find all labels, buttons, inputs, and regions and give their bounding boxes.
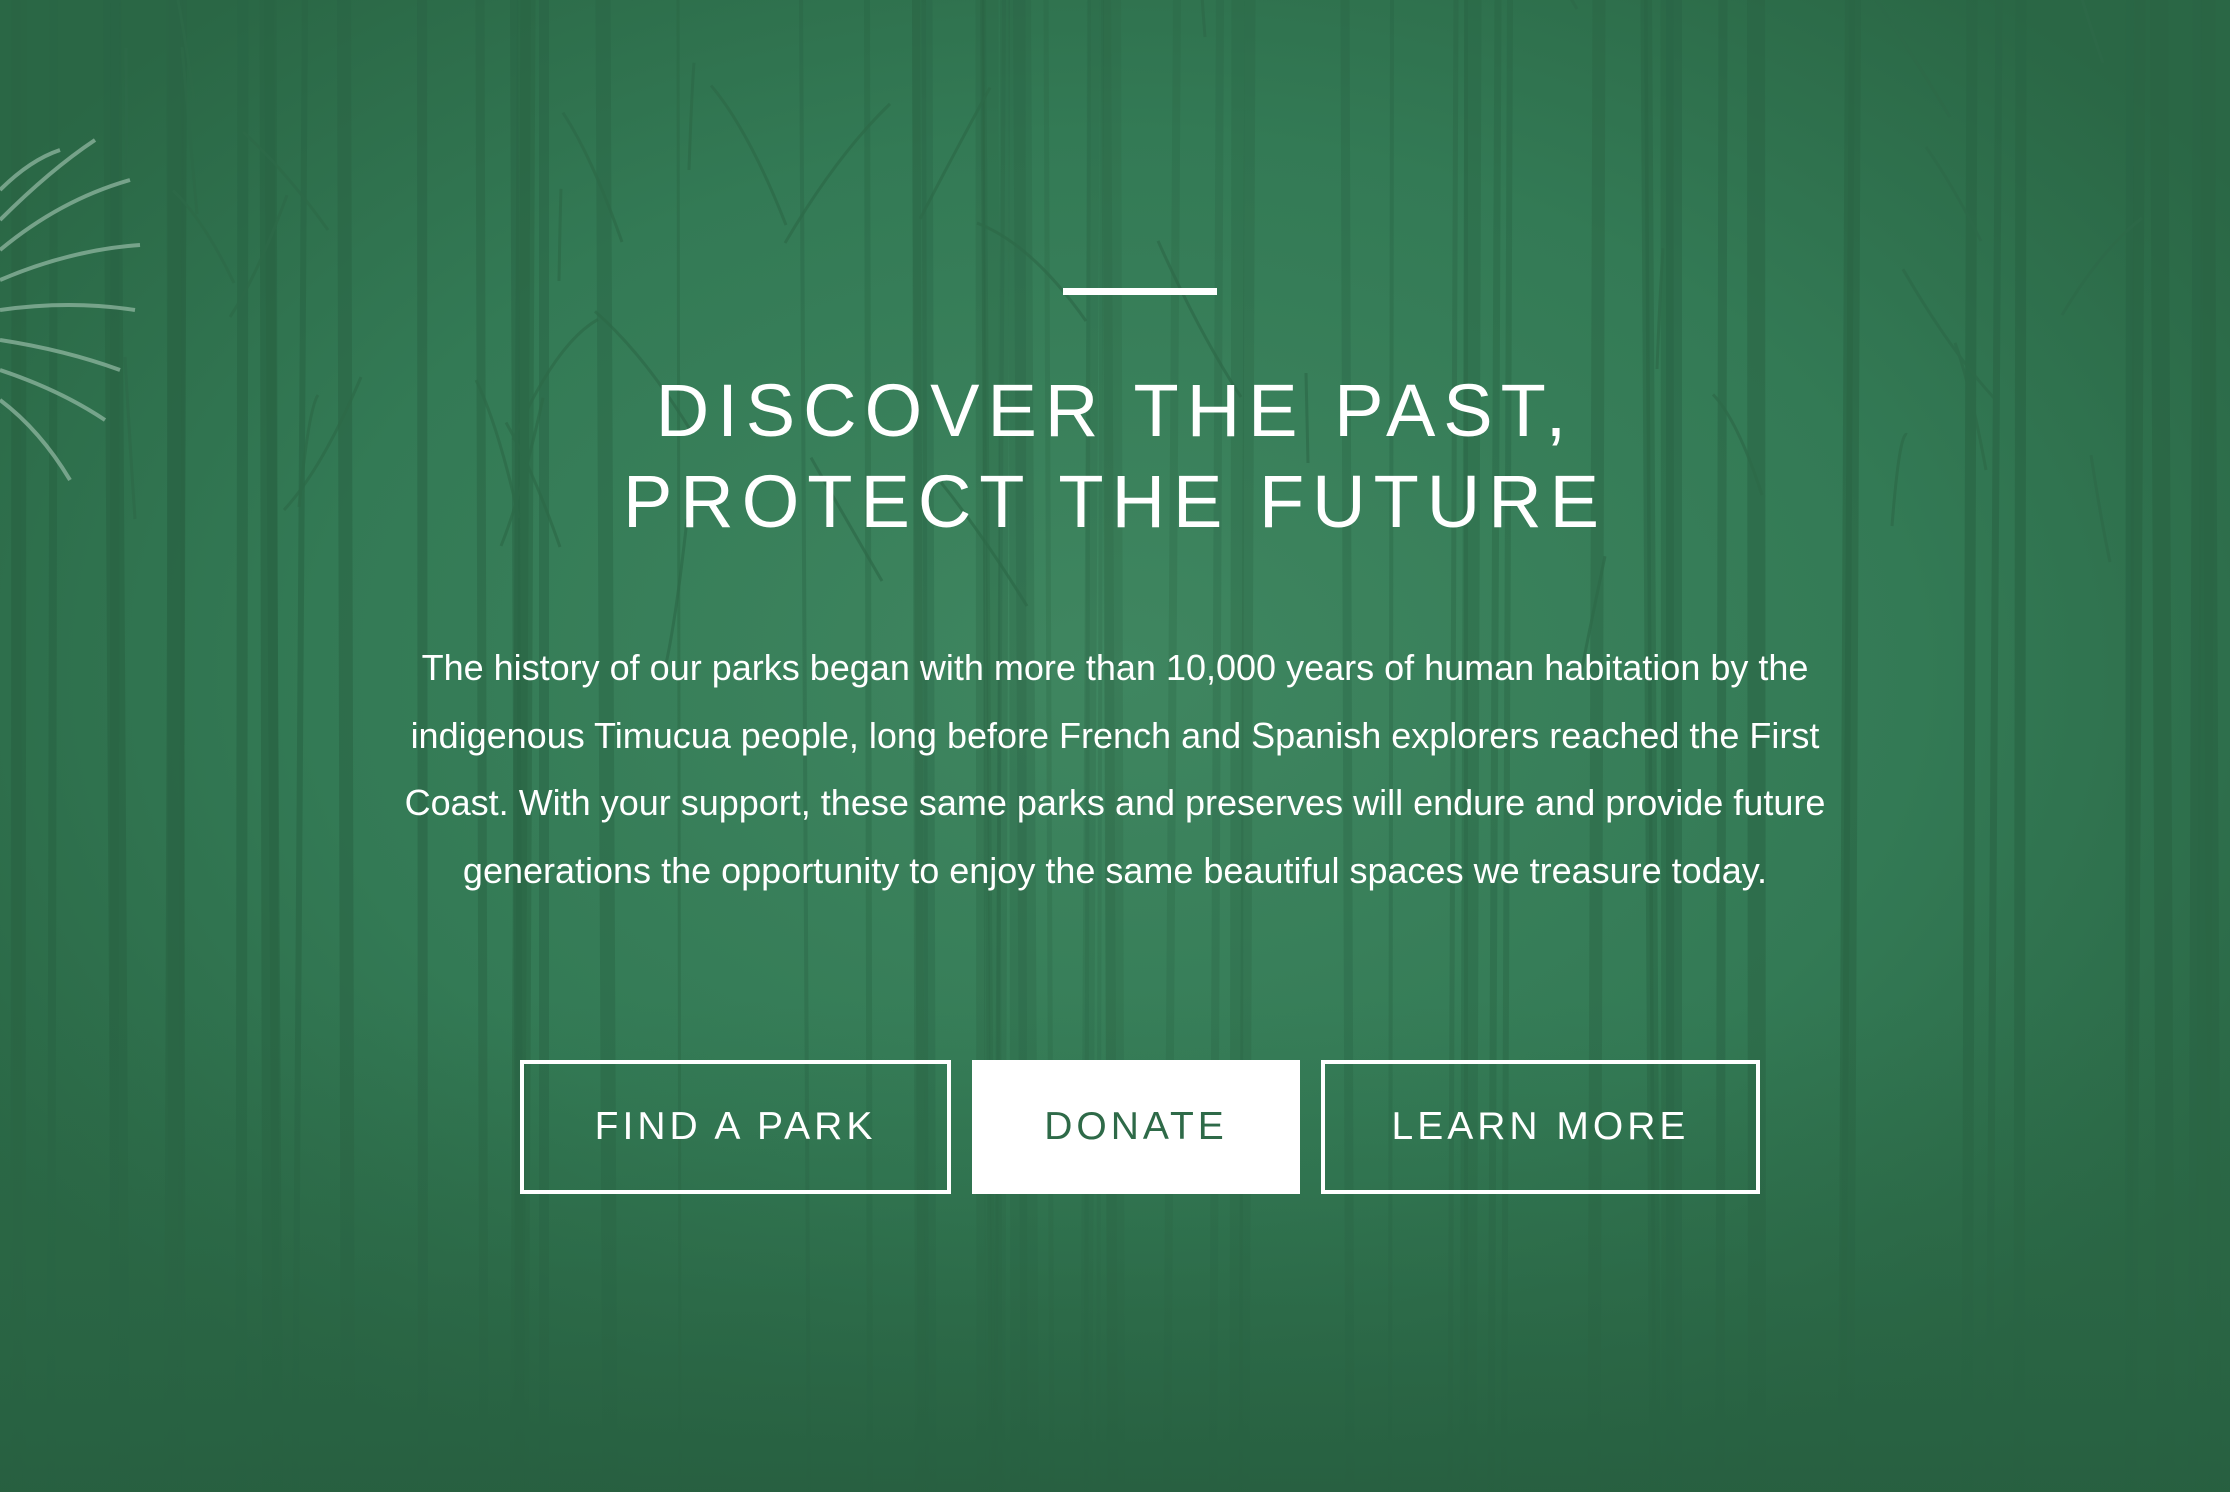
description-line-4: generations the opportunity to enjoy the…: [462, 849, 1768, 891]
donate-button[interactable]: DONATE: [972, 1060, 1300, 1194]
headline-line-1: DISCOVER THE PAST,: [655, 369, 1575, 452]
hero-description: The history of our parks began with more…: [250, 634, 1980, 904]
description-line-1: The history of our parks began with more…: [421, 647, 1809, 688]
hero-content: DISCOVER THE PAST, PROTECT THE FUTURE Th…: [0, 0, 2230, 1492]
headline-line-2: PROTECT THE FUTURE: [622, 460, 1608, 543]
find-a-park-button[interactable]: FIND A PARK: [520, 1060, 951, 1194]
description-line-3: Coast. With your support, these same par…: [404, 782, 1826, 823]
title-divider: [1063, 288, 1217, 295]
hero-section: DISCOVER THE PAST, PROTECT THE FUTURE Th…: [0, 0, 2230, 1492]
description-line-2: indigenous Timucua people, long before F…: [410, 714, 1820, 756]
learn-more-button[interactable]: LEARN MORE: [1321, 1060, 1760, 1194]
